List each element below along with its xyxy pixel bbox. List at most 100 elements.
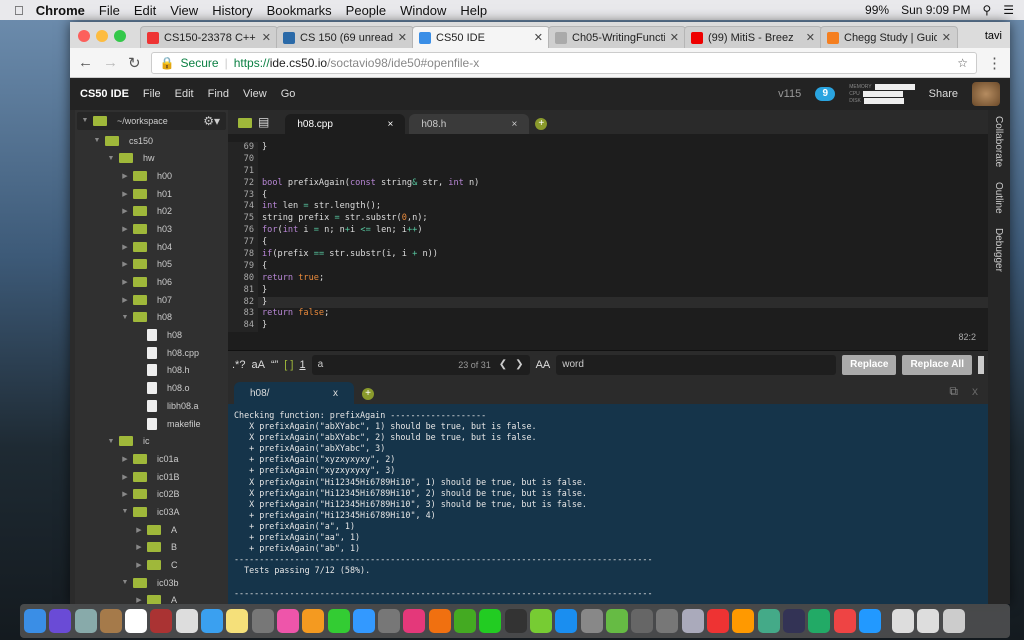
caret-right-icon[interactable]: ▶ (121, 243, 129, 251)
battery-percent[interactable]: 99% (865, 3, 889, 17)
tree-file[interactable]: h08.h (75, 362, 228, 380)
download-icon[interactable] (757, 609, 780, 633)
gear-icon[interactable]: ⚙▾ (203, 114, 220, 128)
replace-all-button[interactable]: Replace All (902, 354, 972, 375)
chrome-menu-icon[interactable]: ⋮ (987, 54, 1002, 72)
caret-right-icon[interactable]: ▶ (121, 225, 129, 233)
wrap-toggle[interactable]: 1 (299, 359, 305, 371)
back-icon[interactable]: ← (78, 54, 93, 71)
caret-right-icon[interactable]: ▶ (121, 207, 129, 215)
menu-edit[interactable]: Edit (134, 3, 156, 18)
browser-tab[interactable]: (99) MitiS - Breez ✕ (684, 26, 822, 48)
workspace-root[interactable]: ▼ ~/workspace ⚙▾ (77, 112, 226, 130)
tree-folder[interactable]: ▼ cs150 (75, 132, 228, 150)
case-sensitive-toggle[interactable]: aA (251, 359, 264, 371)
tree-folder[interactable]: ▶ h03 (75, 220, 228, 238)
editor-tab[interactable]: h08.cpp × (285, 114, 406, 134)
menu-app-name[interactable]: Chrome (36, 3, 85, 18)
android-studio-icon[interactable] (605, 609, 628, 633)
notes-icon[interactable] (226, 609, 249, 633)
tree-folder[interactable]: ▶ h02 (75, 202, 228, 220)
ide-menu-find[interactable]: Find (208, 88, 229, 100)
image-capture-icon[interactable] (681, 609, 704, 633)
tree-folder[interactable]: ▶ A (75, 592, 228, 604)
terminal-output[interactable]: Checking function: prefixAgain ---------… (228, 404, 988, 604)
close-tab-icon[interactable]: ✕ (806, 31, 815, 44)
previous-match-icon[interactable]: ❮ (499, 359, 507, 370)
window-2-icon[interactable] (917, 609, 940, 633)
caret-right-icon[interactable]: ▶ (121, 455, 129, 463)
caret-right-icon[interactable]: ▶ (121, 473, 129, 481)
apple-icon[interactable]:  (14, 3, 24, 18)
debugger-tab[interactable]: Debugger (993, 228, 1004, 272)
close-find-bar-button[interactable] (978, 355, 984, 374)
browser-tab[interactable]: Ch05-WritingFunctio ✕ (548, 26, 686, 48)
tree-file[interactable]: libh08.a (75, 397, 228, 415)
siri-icon[interactable] (49, 609, 72, 633)
outline-tab[interactable]: Outline (993, 182, 1004, 214)
close-icon[interactable]: × (388, 119, 394, 130)
tree-folder[interactable]: ▼ ic (75, 432, 228, 450)
ide-menu-go[interactable]: Go (281, 88, 296, 100)
replace-input[interactable]: word (556, 354, 837, 375)
tree-folder[interactable]: ▶ h05 (75, 256, 228, 274)
zoom-window-button[interactable] (114, 30, 126, 42)
unknown-icon[interactable] (656, 609, 679, 633)
tree-folder[interactable]: ▶ h06 (75, 273, 228, 291)
browser-tab[interactable]: CS150-23378 C++ ✕ (140, 26, 278, 48)
profile-name[interactable]: tavi (985, 30, 1002, 42)
terminal-tab[interactable]: h08/x (234, 382, 354, 404)
close-icon[interactable]: × (512, 119, 518, 130)
caret-right-icon[interactable]: ▶ (121, 296, 129, 304)
tree-folder[interactable]: ▼ ic03b (75, 574, 228, 592)
tree-folder[interactable]: ▼ h08 (75, 309, 228, 327)
tree-folder[interactable]: ▼ ic03A (75, 503, 228, 521)
tree-file[interactable]: h08.o (75, 379, 228, 397)
unknown-icon[interactable] (378, 609, 401, 633)
caret-right-icon[interactable]: ▶ (135, 561, 143, 569)
tree-folder[interactable]: ▶ h07 (75, 291, 228, 309)
collaborate-tab[interactable]: Collaborate (993, 116, 1004, 167)
share-button[interactable]: Share (929, 88, 958, 100)
maximize-icon[interactable]: ⧉ (949, 384, 958, 399)
close-tab-icon[interactable]: ✕ (534, 31, 543, 44)
menu-file[interactable]: File (99, 3, 120, 18)
excel-icon[interactable] (808, 609, 831, 633)
pages-icon[interactable] (302, 609, 325, 633)
trash-icon[interactable] (942, 609, 965, 633)
calendar-icon[interactable] (125, 609, 148, 633)
ibooks-icon[interactable] (428, 609, 451, 633)
caret-right-icon[interactable]: ▶ (121, 260, 129, 268)
system-preferences-icon[interactable] (580, 609, 603, 633)
ide-menu-view[interactable]: View (243, 88, 267, 100)
caret-down-icon[interactable]: ▼ (121, 579, 129, 586)
tree-folder[interactable]: ▶ C (75, 556, 228, 574)
browser-tab[interactable]: CS50 IDE ✕ (412, 26, 550, 48)
menu-history[interactable]: History (212, 3, 252, 18)
facetime-icon[interactable] (479, 609, 502, 633)
close-icon[interactable]: x (972, 384, 978, 398)
tree-folder[interactable]: ▼ hw (75, 149, 228, 167)
menu-window[interactable]: Window (400, 3, 446, 18)
clock[interactable]: Sun 9:09 PM (901, 3, 970, 17)
menu-help[interactable]: Help (460, 3, 487, 18)
close-tab-icon[interactable]: ✕ (670, 31, 679, 44)
caret-right-icon[interactable]: ▶ (121, 172, 129, 180)
close-tab-icon[interactable]: ✕ (942, 31, 951, 44)
numbers-icon[interactable] (327, 609, 350, 633)
caret-right-icon[interactable]: ▶ (135, 543, 143, 551)
browser-tab[interactable]: Chegg Study | Guide ✕ (820, 26, 958, 48)
window-1-icon[interactable] (892, 609, 915, 633)
close-tab-icon[interactable]: ✕ (398, 31, 407, 44)
itunes-icon[interactable] (403, 609, 426, 633)
menu-view[interactable]: View (170, 3, 198, 18)
next-match-icon[interactable]: ❯ (515, 359, 523, 370)
notification-center-icon[interactable]: ☰ (1003, 3, 1014, 17)
utility-icon[interactable] (631, 609, 654, 633)
tree-file[interactable]: h08 (75, 326, 228, 344)
tree-folder[interactable]: ▶ h00 (75, 167, 228, 185)
openoffice-icon[interactable] (732, 609, 755, 633)
editor-tab[interactable]: h08.h × (409, 114, 530, 134)
preserve-case-toggle[interactable]: AA (536, 359, 551, 371)
ide-menu-file[interactable]: File (143, 88, 161, 100)
